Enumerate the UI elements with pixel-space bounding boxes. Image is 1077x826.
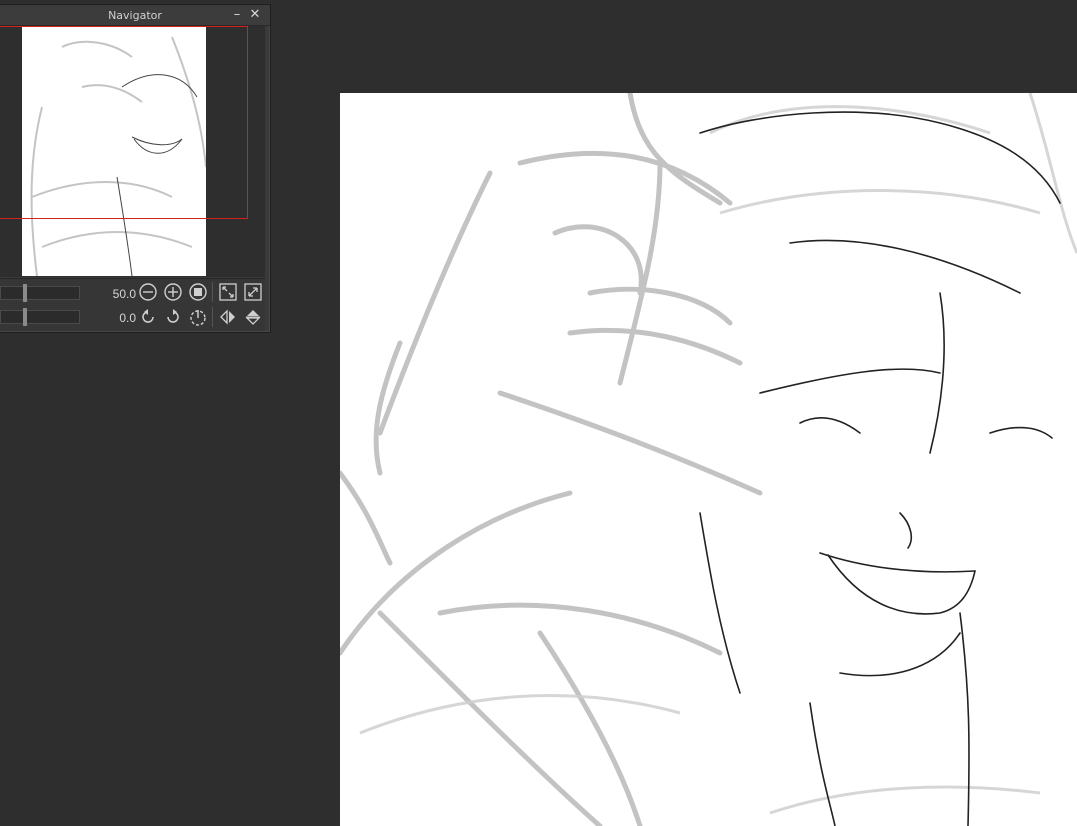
- close-icon[interactable]: ✕: [247, 7, 263, 23]
- separator: [212, 282, 213, 302]
- sketch-artwork: [340, 93, 1077, 826]
- zoom-value[interactable]: 50.0: [96, 287, 136, 301]
- zoom-slider[interactable]: [0, 284, 80, 302]
- drawing-canvas[interactable]: [340, 93, 1077, 826]
- navigator-preview[interactable]: [0, 26, 265, 277]
- navigator-titlebar[interactable]: Navigator – ✕: [0, 5, 270, 26]
- rotation-value[interactable]: 0.0: [96, 311, 136, 325]
- minimize-icon[interactable]: –: [229, 7, 245, 23]
- zoom-in-icon[interactable]: [163, 282, 183, 302]
- navigator-panel: Navigator – ✕ 50.0 0.0: [0, 4, 271, 333]
- flip-horizontal-icon[interactable]: [218, 307, 238, 327]
- zoom-out-icon[interactable]: [138, 282, 158, 302]
- rotate-left-icon[interactable]: [138, 307, 158, 327]
- navigator-title: Navigator: [108, 9, 162, 22]
- fit-window-icon[interactable]: [218, 282, 238, 302]
- fill-window-icon[interactable]: [243, 282, 263, 302]
- rotate-right-icon[interactable]: [163, 307, 183, 327]
- zoom-slider-handle[interactable]: [23, 284, 27, 302]
- reset-rotation-icon[interactable]: [188, 307, 208, 327]
- navigator-controls: 50.0 0.0: [0, 278, 265, 331]
- actual-size-icon[interactable]: [188, 282, 208, 302]
- rotation-slider-handle[interactable]: [23, 308, 27, 326]
- flip-vertical-icon[interactable]: [243, 307, 263, 327]
- rotation-slider[interactable]: [0, 308, 80, 326]
- separator: [212, 307, 213, 327]
- canvas-thumbnail: [22, 27, 206, 276]
- workspace: Navigator – ✕ 50.0 0.0: [0, 0, 1077, 826]
